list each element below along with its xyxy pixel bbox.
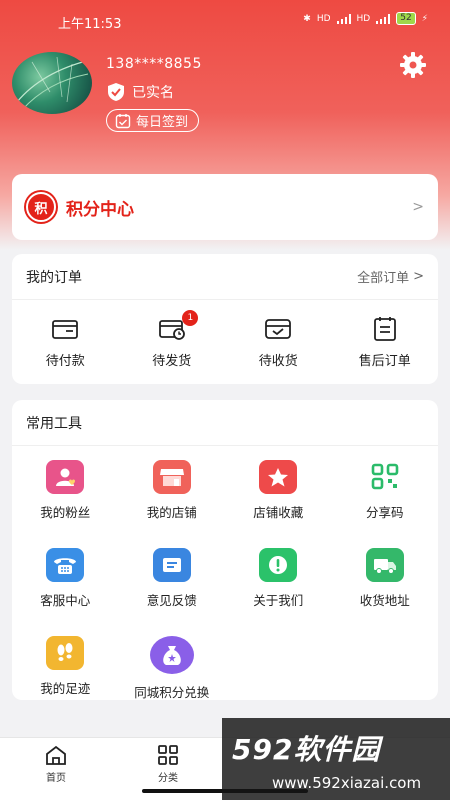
tools-grid: 我的粉丝 我的店铺 店铺收藏 分享码 客服中心 意见反馈 关于我们 收货地址 我…	[12, 446, 438, 718]
after-sale-icon	[373, 317, 396, 341]
status-time: 上午11:53	[58, 17, 122, 32]
order-item-label: 待收货	[258, 354, 298, 369]
tool-label: 关于我们	[253, 593, 304, 608]
shield-check-icon	[108, 83, 124, 101]
order-item-label: 售后订单	[358, 354, 411, 369]
tool-my-footprints[interactable]: 我的足迹	[12, 630, 119, 718]
wallet-icon	[52, 320, 79, 339]
tool-label: 意见反馈	[146, 593, 197, 608]
checkin-label: 每日签到	[136, 115, 189, 130]
status-icons: ✱ HD HD 52 ⚡	[303, 12, 428, 25]
points-center-card[interactable]: 积 积分中心 >	[12, 174, 438, 240]
tool-feedback[interactable]: 意见反馈	[119, 542, 226, 630]
tab-label: 首页	[46, 773, 66, 784]
chevron-right-icon: >	[412, 199, 424, 215]
orders-title: 我的订单	[26, 269, 82, 286]
hd-icon: HD	[316, 13, 331, 24]
receive-box-icon	[265, 319, 292, 339]
tool-label: 客服中心	[40, 593, 91, 608]
order-pending-receipt[interactable]: 待收货	[225, 300, 332, 384]
tool-label: 我的粉丝	[40, 505, 91, 520]
category-icon	[158, 745, 178, 765]
points-badge-icon: 积	[26, 192, 56, 222]
info-icon	[259, 548, 298, 582]
tool-label: 收货地址	[359, 593, 410, 608]
favorite-store-icon	[259, 460, 298, 494]
tab-home[interactable]: 首页	[0, 738, 112, 800]
all-orders-label: 全部订单	[357, 271, 410, 286]
tool-my-fans[interactable]: 我的粉丝	[12, 454, 119, 542]
gear-icon[interactable]	[398, 50, 428, 80]
daily-checkin-button[interactable]: 每日签到	[106, 109, 200, 132]
tab-label: 分类	[158, 773, 178, 784]
tool-share-code[interactable]: 分享码	[332, 454, 439, 542]
phone-icon	[46, 548, 85, 582]
signal-icon	[336, 13, 351, 24]
calendar-check-icon	[115, 113, 131, 128]
my-orders-card: 我的订单 全部订单 > 待付款 1 待发货 待收货 售后订单	[12, 254, 438, 384]
tool-points-exchange[interactable]: 同城积分兑换	[119, 630, 226, 718]
feedback-icon	[152, 548, 191, 582]
order-after-sale[interactable]: 售后订单	[332, 300, 439, 384]
tool-shipping-address[interactable]: 收货地址	[332, 542, 439, 630]
battery-icon: 52	[396, 12, 416, 25]
pending-shipment-badge: 1	[182, 310, 199, 326]
tool-label: 同城积分兑换	[134, 685, 210, 700]
all-orders-link[interactable]: 全部订单 >	[357, 267, 424, 286]
tool-label: 店铺收藏	[253, 505, 304, 520]
chevron-right-icon: >	[413, 269, 424, 284]
common-tools-card: 常用工具 我的粉丝 我的店铺 店铺收藏 分享码 客服中心 意见反馈 关于我们 收…	[12, 400, 438, 700]
watermark-brand: 592软件园	[232, 733, 381, 766]
tool-about-us[interactable]: 关于我们	[225, 542, 332, 630]
verified-label: 已实名	[132, 85, 174, 101]
order-pending-payment[interactable]: 待付款	[12, 300, 119, 384]
signal-icon-2	[376, 13, 391, 24]
tool-label: 我的店铺	[146, 505, 197, 520]
tools-title: 常用工具	[26, 415, 82, 432]
delivery-truck-icon	[365, 548, 404, 582]
watermark-overlay: 592软件园 www.592xiazai.com	[222, 718, 450, 800]
tool-my-store[interactable]: 我的店铺	[119, 454, 226, 542]
tool-label: 分享码	[365, 505, 404, 520]
avatar[interactable]	[12, 52, 92, 114]
order-pending-shipment[interactable]: 1 待发货	[119, 300, 226, 384]
phone-number: 138****8855	[106, 56, 202, 72]
money-bag-icon	[149, 636, 194, 674]
watermark-url: www.592xiazai.com	[272, 774, 422, 792]
order-item-label: 待付款	[45, 354, 85, 369]
status-bar: 上午11:53 ✱ HD HD 52 ⚡	[0, 0, 450, 40]
hd-icon-2: HD	[356, 13, 371, 24]
orders-header: 我的订单 全部订单 >	[12, 254, 438, 300]
charging-icon: ⚡	[421, 13, 428, 24]
footprint-icon	[46, 636, 85, 670]
fans-icon	[46, 460, 85, 494]
tool-store-favorites[interactable]: 店铺收藏	[225, 454, 332, 542]
points-center-title: 积分中心	[66, 199, 134, 220]
qr-code-icon	[365, 460, 404, 494]
tools-header: 常用工具	[12, 400, 438, 446]
tool-customer-service[interactable]: 客服中心	[12, 542, 119, 630]
home-icon	[46, 745, 66, 765]
verified-status: 已实名	[106, 82, 174, 102]
order-status-row: 待付款 1 待发货 待收货 售后订单	[12, 300, 438, 384]
store-icon	[152, 460, 191, 494]
tool-label: 我的足迹	[40, 681, 91, 696]
bluetooth-icon: ✱	[303, 13, 311, 24]
order-item-label: 待发货	[152, 354, 192, 369]
